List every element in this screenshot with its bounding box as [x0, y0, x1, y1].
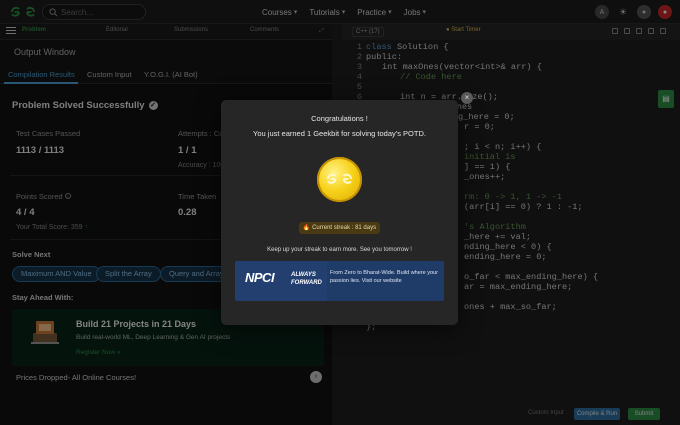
keep-up-text: Keep up your streak to earn more. See yo… — [267, 247, 412, 253]
modal-message: You just earned 1 Geekbit for solving to… — [253, 129, 426, 138]
gfg-logo — [327, 173, 352, 184]
npci-logo-area: NPCI ALWAYS FORWARD — [235, 261, 327, 301]
fire-icon: 🔥 — [302, 225, 311, 231]
banner-text: From Zero to Bharat-Wide. Build where yo… — [330, 270, 438, 284]
npci-logo: NPCI — [245, 270, 275, 285]
close-icon[interactable]: × — [461, 92, 473, 104]
modal-title: Congratulations ! — [311, 114, 368, 123]
streak-text: Current streak : 81 days — [312, 225, 377, 231]
always-forward-tagline: ALWAYS FORWARD — [291, 272, 322, 286]
npci-ad-banner[interactable]: NPCI ALWAYS FORWARD From Zero to Bharat-… — [235, 261, 444, 301]
geekbit-coin-icon — [317, 157, 362, 202]
streak-badge: 🔥 Current streak : 81 days — [299, 222, 380, 234]
potd-congrats-modal: Congratulations ! You just earned 1 Geek… — [221, 100, 458, 325]
